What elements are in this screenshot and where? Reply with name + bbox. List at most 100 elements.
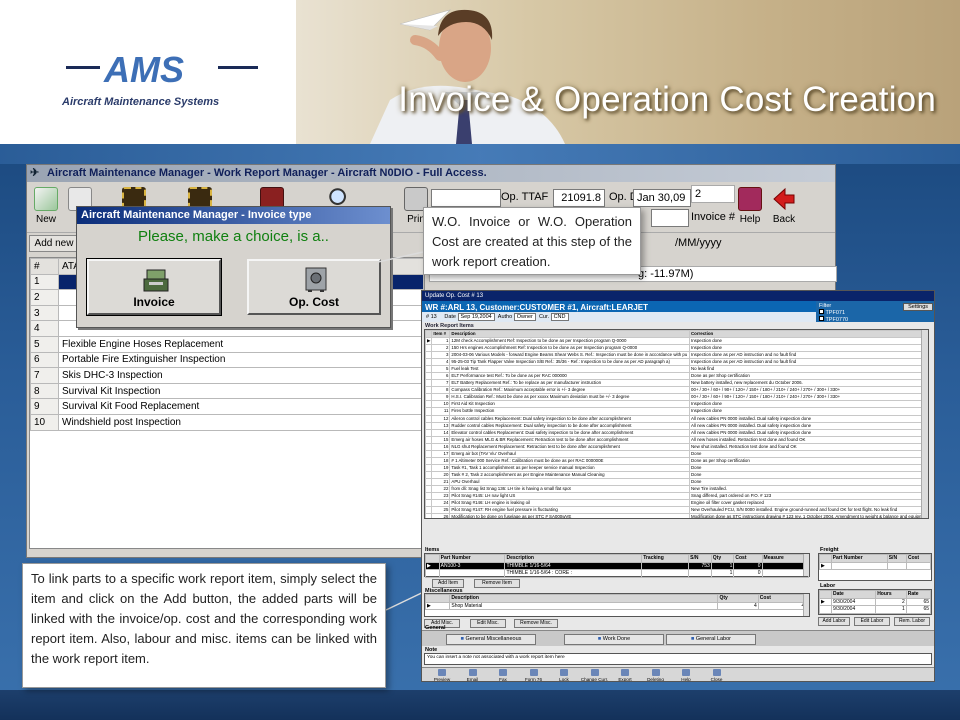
- freight-empty-cell: [830, 561, 888, 570]
- add-item-button[interactable]: Add Item: [432, 579, 464, 588]
- misc-qty: 4: [717, 601, 759, 610]
- bottom-button-fax[interactable]: Fax: [489, 669, 517, 681]
- list-item[interactable]: 17 Emerg air bot (TAV Viu' Overhaul Done: [425, 449, 928, 458]
- currency-select[interactable]: CND: [550, 313, 569, 321]
- item-correction: 00+ / 30+ / 60+ / 90+ / 120+ / 150+ / 18…: [689, 393, 928, 402]
- table-row[interactable]: 9/30/2004 1 65: [819, 605, 932, 614]
- item-number: 13: [431, 421, 451, 430]
- list-item[interactable]: 5 Fuel leak Test No leak find: [425, 365, 928, 374]
- add-labor-button[interactable]: Add Labor: [818, 617, 850, 626]
- toolbar-button-icon: [438, 669, 446, 676]
- remove-misc-button[interactable]: Remove Misc.: [514, 619, 558, 628]
- bottom-button-close[interactable]: Close: [703, 669, 731, 681]
- bottom-button-change-curr-[interactable]: Change Curr.: [581, 669, 609, 681]
- bottom-button-preview[interactable]: Preview: [428, 669, 456, 681]
- list-item[interactable]: 18 # 1 Altimeter 000 Service Ref.: Calibr…: [425, 456, 928, 465]
- edit-labor-button[interactable]: Edit Labor: [854, 617, 890, 626]
- table-row[interactable]: ▶ 9/30/2004 2 65: [819, 597, 932, 606]
- list-item[interactable]: 13 Rudder control cables Replacement: Dua…: [425, 421, 928, 430]
- item-number: 24: [431, 499, 451, 508]
- list-item[interactable]: 11 Fires bottle Inspection Inspection done: [425, 407, 928, 416]
- item-description: Pilot Snag #147: RH engine fuel pressure…: [449, 506, 690, 515]
- item-number: 14: [431, 428, 451, 437]
- item-number: 12: [431, 414, 451, 423]
- list-item[interactable]: 4 95-25-03 Tip Tank Flapper Valve Inspect…: [425, 358, 928, 367]
- item-description: 12M check Accomplishment Ref: Inspection…: [449, 336, 690, 346]
- list-item[interactable]: 22 from dli: Snag list Snag 136: LH tire …: [425, 484, 928, 494]
- parts-col-header: Cost: [733, 554, 763, 563]
- remove-labor-button[interactable]: Rem. Labor: [894, 617, 930, 626]
- parts-scrollbar[interactable]: [803, 554, 809, 576]
- tab-work-done[interactable]: ■ Work Done: [564, 634, 664, 645]
- tab-general-miscellaneous[interactable]: ■ General Miscellaneous: [446, 634, 536, 645]
- item-correction: Done: [689, 449, 928, 458]
- edit-misc-button[interactable]: Edit Misc.: [470, 619, 506, 628]
- list-item[interactable]: 8 Compass Calibration Ref.: Maximum accep…: [425, 386, 928, 395]
- item-number: 7: [431, 379, 451, 388]
- misc-scrollbar[interactable]: [803, 594, 809, 616]
- row-pointer: ▶: [425, 561, 440, 570]
- item-number: 16: [431, 442, 451, 451]
- item-description: Emerg air bot (TAV Viu' Overhaul: [449, 449, 690, 458]
- items-scrollbar[interactable]: [921, 330, 928, 518]
- list-item[interactable]: ▶ 1 12M check Accomplishment Ref: Inspecti…: [425, 336, 928, 346]
- list-item[interactable]: 10 First Aid Kit Inspection Inspection don…: [425, 400, 928, 409]
- list-item[interactable]: 15 Emerg air hoses MLG & BR Replacement: …: [425, 435, 928, 444]
- bottom-button-email[interactable]: Email: [459, 669, 487, 681]
- part-m: [761, 569, 810, 578]
- item-correction: Inspection done: [689, 336, 928, 346]
- bottom-button-export[interactable]: Export: [611, 669, 639, 681]
- list-item[interactable]: 24 Pilot Snag #146: LH engine is leaking …: [425, 499, 928, 508]
- bottom-button-help[interactable]: Help: [672, 669, 700, 681]
- list-item[interactable]: 3 2004-03-06 Various Models - forward Eng…: [425, 351, 928, 360]
- toolbar-button-icon: [712, 669, 721, 676]
- parts-col-header: S/N: [688, 554, 712, 563]
- item-description: Compass Calibration Ref.: Maximum accept…: [449, 386, 690, 395]
- row-pointer: ▶: [819, 561, 832, 570]
- list-item[interactable]: 23 Pilot Snag #145: LH nav light US Snag d…: [425, 492, 928, 501]
- remove-item-button[interactable]: Remove Item: [474, 579, 520, 588]
- freight-col-arrow: [819, 554, 832, 563]
- row-pointer: [425, 569, 440, 578]
- item-correction: Inspection done: [689, 400, 928, 409]
- items-col-header: Item #: [431, 330, 451, 338]
- list-item[interactable]: 7 ELT Battery Replacement Ref.: To be rep…: [425, 379, 928, 388]
- labor-hours: 2: [875, 597, 907, 606]
- filter-checkbox-2[interactable]: [819, 316, 824, 321]
- bottom-button-deleting[interactable]: Deleting: [642, 669, 670, 681]
- part-cost: 0: [733, 569, 763, 578]
- item-description: Pilot Snag #145: LH nav light US: [449, 492, 690, 501]
- list-item[interactable]: 20 Task # 2, Task 2 accomplishment as per…: [425, 470, 928, 479]
- list-item[interactable]: 25 Pilot Snag #147: RH engine fuel pressu…: [425, 506, 928, 515]
- table-row[interactable]: ▶ AN100-3 THIMBLE 1/16-5/64 753 1 0: [425, 561, 810, 570]
- parts-header-row: Part Number Description Tracking S/N Qty Cost…: [425, 554, 810, 563]
- filter-checkbox-1[interactable]: [819, 309, 824, 314]
- table-row[interactable]: ▶: [819, 561, 932, 570]
- list-item[interactable]: 12 Aileron control cables Replacement: Du…: [425, 414, 928, 423]
- list-item[interactable]: 14 Elevator control cables Replacement: D…: [425, 428, 928, 437]
- table-row[interactable]: THIMBLE 1/16-5/64 : CORE : 10: [425, 569, 810, 578]
- bottom-button-form-76[interactable]: Form 76: [520, 669, 548, 681]
- list-item[interactable]: 16 NLG shut Replacement Replacement: Retr…: [425, 442, 928, 451]
- list-item[interactable]: 19 Task #1, Task 1 accomplishment as per …: [425, 463, 928, 472]
- parts-col-header: Description: [504, 554, 643, 563]
- autho-field[interactable]: Owner: [513, 313, 536, 321]
- list-item[interactable]: 26 Modification to be done on fuselage as…: [425, 513, 928, 518]
- item-number: 1: [431, 336, 451, 346]
- settings-button[interactable]: Settings: [903, 303, 933, 311]
- item-number: 11: [431, 407, 451, 416]
- note-field[interactable]: You can insert a note not associated wit…: [424, 653, 932, 665]
- op-cost-work-report-items: Item # Description Correction ▶ 1 12M check A…: [424, 329, 929, 519]
- slide: AMS Aircraft Maintenance Systems Invoice…: [0, 0, 960, 720]
- list-item[interactable]: 21 APU Overhaul Done: [425, 477, 928, 486]
- items-col-header: Description: [449, 330, 690, 338]
- currency-label: Cur.: [538, 314, 550, 320]
- list-item[interactable]: 2 150 Hrs engines Accomplishment Ref: Ins…: [425, 344, 928, 353]
- table-row[interactable]: ▶Shop Material443: [424, 601, 810, 610]
- bottom-button-lock[interactable]: Lock: [550, 669, 578, 681]
- date-field[interactable]: Sep 19,2004: [457, 313, 495, 321]
- list-item[interactable]: 6 ELT Performance test Ref.: To be done a…: [425, 372, 928, 381]
- tab-general-labor[interactable]: ■ General Labor: [666, 634, 756, 645]
- labor-hours: 1: [875, 605, 907, 614]
- list-item[interactable]: 9 H.S.I. Calibration Ref.: Must be done a…: [425, 393, 928, 402]
